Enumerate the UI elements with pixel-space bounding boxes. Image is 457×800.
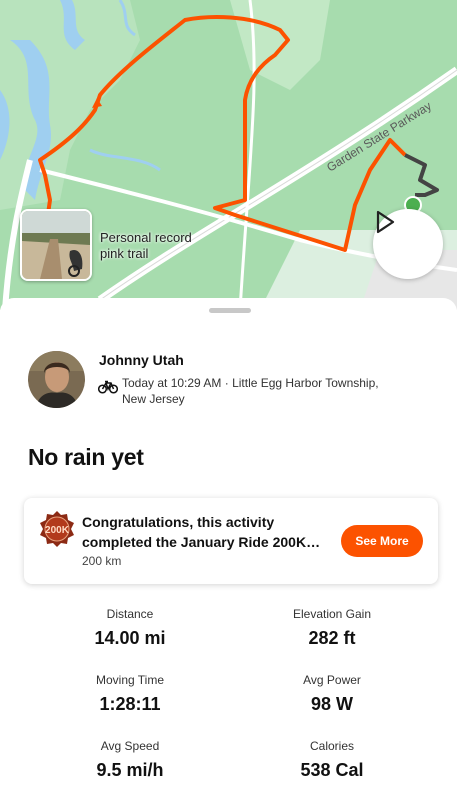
stat-calories: Calories 538 Cal bbox=[232, 739, 432, 781]
see-more-button[interactable]: See More bbox=[341, 525, 423, 557]
challenge-message: Congratulations, this activity completed… bbox=[82, 512, 342, 552]
drag-handle[interactable] bbox=[209, 308, 251, 313]
stat-value: 9.5 mi/h bbox=[96, 760, 164, 780]
play-flyover-button[interactable] bbox=[373, 209, 443, 279]
avatar[interactable] bbox=[28, 351, 85, 408]
stat-avg-power: Avg Power 98 W bbox=[232, 673, 432, 715]
challenge-message-line1: Congratulations, this activity bbox=[82, 514, 275, 530]
challenge-card[interactable]: 200K Congratulations, this activity comp… bbox=[24, 498, 438, 584]
route-map[interactable]: Garden State Parkway Personal record pin… bbox=[0, 0, 457, 310]
route-photo[interactable] bbox=[20, 209, 92, 281]
stat-elevation-gain: Elevation Gain 282 ft bbox=[232, 607, 432, 649]
activity-meta-line2: New Jersey bbox=[122, 392, 185, 406]
challenge-badge-icon: 200K bbox=[40, 511, 74, 547]
stat-distance: Distance 14.00 mi bbox=[30, 607, 230, 649]
activity-meta-line1: Today at 10:29 AM · Little Egg Harbor To… bbox=[122, 376, 379, 390]
athlete-name[interactable]: Johnny Utah bbox=[99, 352, 184, 368]
stat-value: 1:28:11 bbox=[99, 694, 161, 714]
challenge-distance: 200 km bbox=[82, 554, 122, 568]
photo-caption-line1: Personal record bbox=[100, 230, 192, 245]
stat-label: Distance bbox=[106, 607, 154, 621]
bike-icon bbox=[98, 380, 118, 394]
stat-label: Avg Power bbox=[303, 673, 361, 687]
stat-label: Avg Speed bbox=[100, 739, 160, 753]
activity-meta: Today at 10:29 AM · Little Egg Harbor To… bbox=[122, 375, 412, 407]
activity-title: No rain yet bbox=[28, 444, 144, 470]
stat-label: Moving Time bbox=[95, 673, 165, 687]
stat-value: 538 Cal bbox=[300, 760, 364, 780]
challenge-badge-text: 200K bbox=[45, 525, 70, 536]
activity-sheet: Johnny Utah Today at 10:29 AM · Little E… bbox=[0, 298, 457, 800]
stat-avg-speed: Avg Speed 9.5 mi/h bbox=[30, 739, 230, 781]
photo-caption-line2: pink trail bbox=[100, 246, 149, 261]
photo-caption: Personal record pink trail bbox=[100, 230, 192, 262]
stat-label: Calories bbox=[309, 739, 354, 753]
challenge-message-line2: completed the January Ride 200K… bbox=[82, 534, 321, 550]
stat-moving-time: Moving Time 1:28:11 bbox=[30, 673, 230, 715]
stat-value: 14.00 mi bbox=[94, 628, 166, 648]
stat-label: Elevation Gain bbox=[292, 607, 372, 621]
stat-value: 282 ft bbox=[308, 628, 356, 648]
play-icon bbox=[376, 210, 395, 234]
stat-value: 98 W bbox=[310, 694, 353, 714]
